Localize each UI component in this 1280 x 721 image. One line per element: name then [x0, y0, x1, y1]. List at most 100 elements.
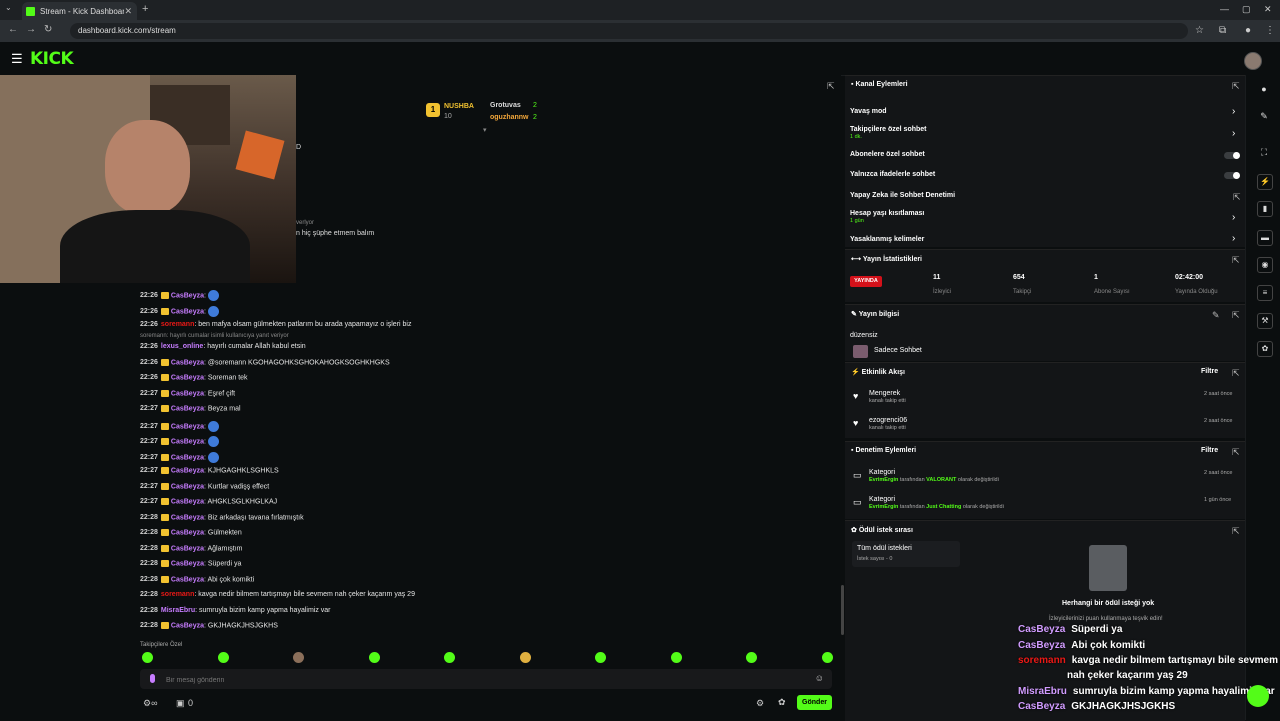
- slow-mode-row[interactable]: Yavaş mod: [850, 108, 887, 115]
- message-username[interactable]: MisraEbru: [161, 607, 195, 614]
- emoji-picker-icon[interactable]: ☺: [815, 673, 824, 683]
- message-username[interactable]: CasBeyza: [171, 438, 204, 445]
- chat-settings-icon[interactable]: ⚙: [756, 698, 764, 709]
- mod-filter-button[interactable]: Filtre: [1201, 447, 1218, 454]
- gift-icon[interactable]: ✿: [1257, 341, 1273, 357]
- minimize-icon[interactable]: —: [1220, 4, 1229, 14]
- info-icon[interactable]: ●: [1258, 83, 1270, 95]
- message-text: : Soreman tek: [203, 374, 248, 382]
- message-username[interactable]: CasBeyza: [171, 308, 204, 315]
- extensions-icon[interactable]: ⧉: [1219, 25, 1226, 36]
- close-tab-icon[interactable]: ✕: [124, 6, 132, 17]
- profile-icon[interactable]: ●: [1245, 25, 1251, 36]
- popout-icon[interactable]: ⇱: [827, 81, 835, 92]
- expand-icon[interactable]: ⇱: [1232, 526, 1240, 537]
- user-avatar[interactable]: [1244, 52, 1262, 70]
- message-username[interactable]: CasBeyza: [171, 467, 204, 474]
- back-icon[interactable]: ←: [8, 24, 18, 35]
- tab-menu-icon[interactable]: ⌄: [5, 3, 12, 12]
- message-username[interactable]: soremann: [161, 591, 194, 598]
- left-gutter: [0, 283, 129, 720]
- message-username[interactable]: soremann: [161, 321, 194, 328]
- message-username[interactable]: CasBeyza: [171, 560, 204, 567]
- edit-icon[interactable]: ✎: [1258, 110, 1270, 122]
- message-username[interactable]: CasBeyza: [171, 423, 204, 430]
- points-icon[interactable]: ⚙∞: [143, 698, 157, 709]
- external-link-icon[interactable]: ⇱: [1233, 192, 1241, 203]
- emote-icon[interactable]: [595, 652, 606, 663]
- message-input-box[interactable]: ☺: [140, 669, 832, 689]
- emote-icon[interactable]: [519, 652, 531, 663]
- close-window-icon[interactable]: ✕: [1264, 4, 1272, 15]
- message-username[interactable]: CasBeyza: [171, 359, 204, 366]
- broadcast-icon[interactable]: ◉: [1257, 257, 1273, 273]
- layers-icon[interactable]: ≡: [1257, 285, 1273, 301]
- emote-icon[interactable]: [217, 652, 229, 663]
- message-username[interactable]: CasBeyza: [171, 454, 204, 461]
- reload-icon[interactable]: ↻: [44, 24, 52, 35]
- edit-icon[interactable]: ✎: [1212, 310, 1220, 321]
- expand-icon[interactable]: ⇱: [1232, 368, 1240, 379]
- message-username[interactable]: CasBeyza: [171, 483, 204, 490]
- emote-icon[interactable]: [746, 652, 757, 663]
- fullscreen-icon[interactable]: ⛶: [1258, 146, 1270, 158]
- ai-moderation-row[interactable]: Yapay Zeka ile Sohbet Denetimi: [850, 192, 955, 199]
- message-username[interactable]: CasBeyza: [171, 498, 204, 505]
- message-username[interactable]: CasBeyza: [171, 390, 204, 397]
- chevron-right-icon[interactable]: ›: [1232, 212, 1235, 223]
- followers-chat-row[interactable]: Takipçilere özel sohbet 1 dk.: [850, 126, 927, 140]
- message-username[interactable]: CasBeyza: [171, 514, 204, 521]
- kick-favicon-icon: [26, 6, 35, 16]
- url-field[interactable]: dashboard.kick.com/stream: [70, 23, 1188, 39]
- emote-icon[interactable]: [821, 652, 833, 663]
- expand-icon[interactable]: ⇱: [1232, 447, 1240, 458]
- emote-icon[interactable]: [670, 652, 682, 663]
- message-username[interactable]: CasBeyza: [171, 405, 204, 412]
- wrench-icon[interactable]: ⚒: [1257, 313, 1273, 329]
- floating-action-button[interactable]: [1247, 685, 1269, 707]
- menu-icon[interactable]: ☰: [11, 51, 23, 67]
- chat-scrollbar[interactable]: [841, 585, 844, 635]
- collapse-pin-icon[interactable]: ▾: [483, 126, 487, 134]
- emote-icon[interactable]: [444, 652, 455, 663]
- bolt-icon[interactable]: ⚡: [1257, 174, 1273, 190]
- message-username[interactable]: CasBeyza: [171, 292, 204, 299]
- expand-icon[interactable]: ⇱: [1232, 255, 1240, 266]
- browser-tab[interactable]: Stream - Kick Dashboard ✕: [22, 2, 137, 20]
- chevron-right-icon[interactable]: ›: [1232, 128, 1235, 139]
- expand-icon[interactable]: ⇱: [1232, 310, 1240, 321]
- message-username[interactable]: CasBeyza: [171, 545, 204, 552]
- message-username[interactable]: CasBeyza: [171, 576, 204, 583]
- gift-icon[interactable]: ▣: [176, 698, 185, 709]
- message-username[interactable]: lexus_online: [161, 343, 203, 350]
- banned-words-row[interactable]: Yasaklanmış kelimeler: [850, 236, 924, 243]
- bookmark-star-icon[interactable]: ☆: [1195, 25, 1204, 36]
- message-username[interactable]: CasBeyza: [171, 374, 204, 381]
- emote-icon[interactable]: [368, 652, 380, 663]
- message-username[interactable]: CasBeyza: [171, 622, 204, 629]
- emote-icon[interactable]: [142, 652, 153, 663]
- chat-bubble-icon[interactable]: ▬: [1257, 230, 1273, 246]
- subscriber-badge-icon: [160, 307, 169, 315]
- subs-chat-toggle[interactable]: [1224, 152, 1240, 159]
- maximize-icon[interactable]: ▢: [1242, 4, 1251, 15]
- message-separator: :: [203, 292, 206, 300]
- send-button[interactable]: Gönder: [797, 695, 832, 710]
- document-icon[interactable]: ▮: [1257, 201, 1273, 217]
- emotes-chat-toggle[interactable]: [1224, 172, 1240, 179]
- emote-icon[interactable]: [293, 652, 304, 663]
- browser-menu-icon[interactable]: ⋮: [1265, 25, 1275, 36]
- account-age-row[interactable]: Hesap yaşı kısıtlaması 1 gün: [850, 210, 924, 224]
- all-rewards-item[interactable]: Tüm ödül istekleri İstek sayısı - 0: [852, 541, 960, 567]
- expand-icon[interactable]: ⇱: [1232, 81, 1240, 92]
- kick-logo[interactable]: KICK: [30, 49, 74, 69]
- message-input[interactable]: [164, 672, 788, 688]
- chevron-right-icon[interactable]: ›: [1232, 233, 1235, 244]
- forward-icon[interactable]: →: [26, 24, 36, 35]
- chevron-right-icon[interactable]: ›: [1232, 106, 1235, 117]
- activity-filter-button[interactable]: Filtre: [1201, 368, 1218, 375]
- mic-icon[interactable]: [150, 674, 155, 683]
- bot-icon[interactable]: ✿: [778, 697, 786, 708]
- new-tab-icon[interactable]: +: [142, 3, 148, 15]
- message-username[interactable]: CasBeyza: [171, 529, 204, 536]
